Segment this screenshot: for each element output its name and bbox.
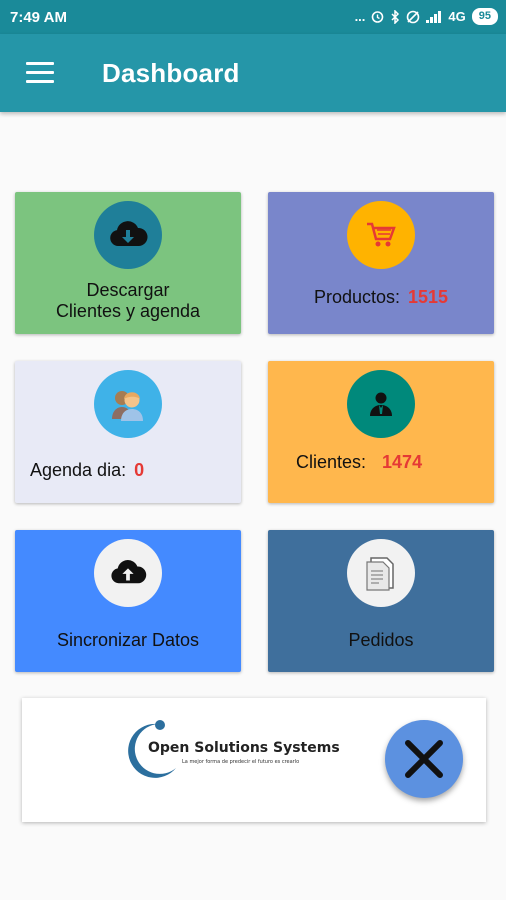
sync-label: Sincronizar Datos bbox=[56, 630, 200, 650]
data-saver-icon bbox=[407, 10, 420, 23]
notification-dots: ... bbox=[354, 9, 366, 24]
company-tagline: La mejor forma de predecir el futuro es … bbox=[182, 759, 300, 765]
battery-icon: 95 bbox=[471, 8, 498, 25]
close-icon bbox=[405, 740, 443, 778]
people-icon bbox=[94, 370, 162, 438]
agenda-text: Agenda dia: bbox=[30, 460, 127, 480]
clients-label: Clientes: 1474 bbox=[268, 452, 494, 473]
page-title: Dashboard bbox=[102, 58, 240, 88]
menu-icon[interactable] bbox=[26, 62, 54, 84]
bluetooth-icon bbox=[391, 9, 400, 24]
products-text: Productos: bbox=[313, 287, 400, 307]
products-card[interactable]: Productos: 1515 bbox=[268, 192, 494, 334]
agenda-count: 0 bbox=[134, 460, 145, 480]
download-label-line1: Descargar bbox=[86, 280, 170, 300]
clients-count: 1474 bbox=[382, 452, 423, 472]
sync-card[interactable]: Sincronizar Datos bbox=[15, 530, 241, 672]
products-label: Productos: 1515 bbox=[268, 287, 494, 308]
cloud-upload-icon bbox=[94, 539, 162, 607]
status-bar: 7:49 AM ... 4G 95 bbox=[0, 0, 506, 34]
orders-card[interactable]: Pedidos bbox=[268, 530, 494, 672]
network-type: 4G bbox=[448, 9, 466, 24]
app-bar: Dashboard bbox=[0, 34, 506, 112]
alarm-icon bbox=[372, 11, 384, 23]
document-icon bbox=[347, 539, 415, 607]
products-count: 1515 bbox=[408, 287, 449, 307]
clients-card[interactable]: Clientes: 1474 bbox=[268, 361, 494, 503]
shopping-cart-icon bbox=[347, 201, 415, 269]
company-name: Open Solutions Systems bbox=[148, 740, 340, 756]
person-icon bbox=[347, 370, 415, 438]
download-label-line2: Clientes y agenda bbox=[55, 301, 201, 321]
orders-label: Pedidos bbox=[348, 630, 414, 650]
status-icons: ... 4G 95 bbox=[355, 8, 498, 25]
close-ad-button[interactable] bbox=[385, 720, 463, 798]
clients-text: Clientes: bbox=[296, 452, 367, 472]
ad-banner[interactable]: Open Solutions Systems La mejor forma de… bbox=[22, 698, 486, 822]
agenda-card[interactable]: Agenda dia: 0 bbox=[15, 361, 241, 503]
status-time: 7:49 AM bbox=[10, 9, 67, 26]
signal-icon bbox=[426, 10, 442, 23]
cloud-download-icon bbox=[94, 201, 162, 269]
download-card[interactable]: Descargar Clientes y agenda bbox=[15, 192, 241, 334]
agenda-label: Agenda dia: 0 bbox=[15, 460, 241, 481]
